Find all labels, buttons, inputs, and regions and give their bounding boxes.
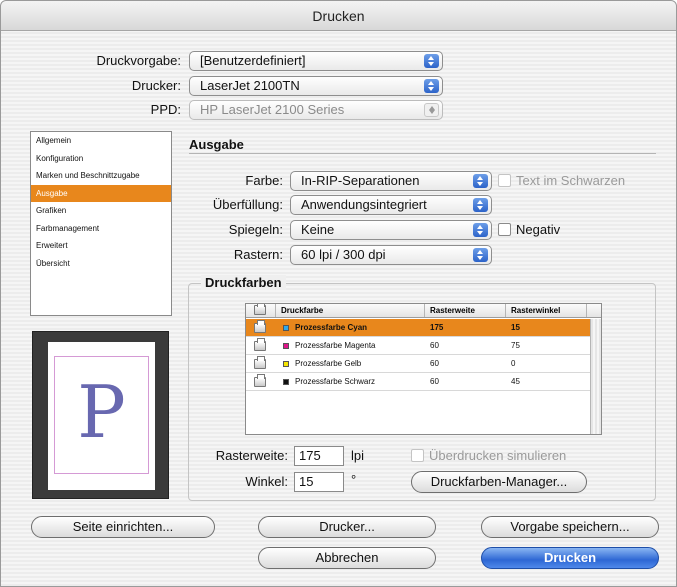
printer-icon[interactable] — [254, 338, 266, 351]
printer-icon — [254, 304, 266, 315]
ink-rasterwinkel: 15 — [511, 323, 520, 332]
sidebar-item-erweitert[interactable]: Erweitert — [31, 237, 171, 255]
category-list: Allgemein Konfiguration Marken und Besch… — [30, 131, 172, 316]
window-title: Drucken — [1, 1, 676, 31]
farbe-value: In-RIP-Separationen — [301, 173, 420, 188]
ink-row[interactable]: Prozessfarbe Gelb 60 0 — [246, 355, 590, 373]
ueberfuellung-value: Anwendungsintegriert — [301, 197, 427, 212]
ppd-label: PPD: — [150, 102, 181, 117]
sidebar-item-allgemein[interactable]: Allgemein — [31, 132, 171, 150]
negativ-label: Negativ — [516, 222, 561, 237]
winkel-field[interactable]: 15 — [294, 472, 344, 492]
sidebar-item-ausgabe[interactable]: Ausgabe — [31, 184, 171, 202]
popup-arrows-icon — [473, 198, 488, 212]
printer-icon[interactable] — [254, 356, 266, 369]
ink-rasterweite: 60 — [430, 359, 439, 368]
ink-rasterwinkel: 45 — [511, 377, 520, 386]
druckfarben-manager-button[interactable]: Druckfarben-Manager... — [411, 471, 587, 493]
rasterweite-field[interactable]: 175 — [294, 446, 344, 466]
winkel-unit: ° — [351, 472, 357, 487]
ink-row[interactable]: Prozessfarbe Magenta 60 75 — [246, 337, 590, 355]
section-divider — [189, 153, 656, 154]
popup-arrows-icon — [473, 223, 488, 237]
ueberfuellung-label: Überfüllung: — [212, 197, 283, 212]
header-rasterwinkel[interactable]: Rasterwinkel — [507, 304, 587, 317]
ausgabe-title: Ausgabe — [189, 137, 244, 152]
ueberdrucken-checkbox — [411, 449, 424, 462]
drucken-button[interactable]: Drucken — [481, 547, 659, 569]
header-icon-column — [246, 304, 276, 317]
popup-arrows-icon — [473, 248, 488, 262]
ppd-value: HP LaserJet 2100 Series — [200, 102, 345, 117]
sidebar-item-grafiken[interactable]: Grafiken — [31, 202, 171, 220]
spiegeln-select[interactable]: Keine — [290, 220, 492, 240]
ueberdrucken-label: Überdrucken simulieren — [429, 448, 567, 463]
rastern-value: 60 lpi / 300 dpi — [301, 247, 386, 262]
black-swatch-icon — [283, 379, 289, 385]
ink-name: Prozessfarbe Cyan — [295, 323, 368, 332]
vorgabe-speichern-button[interactable]: Vorgabe speichern... — [481, 516, 659, 538]
ink-rasterwinkel: 0 — [511, 359, 516, 368]
ink-name: Prozessfarbe Magenta — [295, 341, 376, 350]
rasterweite-label: Rasterweite: — [215, 448, 288, 463]
druckfarben-title: Druckfarben — [201, 275, 286, 290]
header-rasterweite[interactable]: Rasterweite — [426, 304, 506, 317]
inks-scrollbar[interactable] — [590, 319, 601, 434]
ink-name: Prozessfarbe Gelb — [295, 359, 362, 368]
ink-rasterweite: 175 — [430, 323, 444, 332]
ink-row[interactable]: Prozessfarbe Schwarz 60 45 — [246, 373, 590, 391]
popup-arrows-icon — [473, 174, 488, 188]
inks-table: Druckfarbe Rasterweite Rasterwinkel Proz… — [245, 303, 602, 435]
ink-row[interactable]: Prozessfarbe Cyan 175 15 — [246, 319, 590, 337]
ink-rasterweite: 60 — [430, 377, 439, 386]
preview-letter: P — [77, 370, 126, 454]
cyan-swatch-icon — [283, 325, 289, 331]
header-druckfarbe[interactable]: Druckfarbe — [277, 304, 425, 317]
sidebar-item-uebersicht[interactable]: Übersicht — [31, 255, 171, 273]
negativ-checkbox[interactable] — [498, 223, 511, 236]
popup-arrows-icon — [424, 54, 439, 68]
drucker-select[interactable]: LaserJet 2100TN — [189, 76, 443, 96]
ueberfuellung-select[interactable]: Anwendungsintegriert — [290, 195, 492, 215]
farbe-select[interactable]: In-RIP-Separationen — [290, 171, 492, 191]
printer-icon[interactable] — [254, 320, 266, 333]
druckvorgabe-label: Druckvorgabe: — [96, 53, 181, 68]
rastern-label: Rastern: — [233, 247, 283, 262]
winkel-label: Winkel: — [245, 474, 288, 489]
print-dialog: Drucken Druckvorgabe: [Benutzerdefiniert… — [0, 0, 677, 587]
magenta-swatch-icon — [283, 343, 289, 349]
page-preview: P — [32, 331, 169, 499]
rasterweite-unit: lpi — [351, 448, 365, 463]
drucker-button[interactable]: Drucker... — [258, 516, 436, 538]
ppd-select: HP LaserJet 2100 Series — [189, 100, 443, 120]
abbrechen-button[interactable]: Abbrechen — [258, 547, 436, 569]
text-schwarz-checkbox — [498, 174, 511, 187]
rastern-select[interactable]: 60 lpi / 300 dpi — [290, 245, 492, 265]
druckvorgabe-select[interactable]: [Benutzerdefiniert] — [189, 51, 443, 71]
preview-page: P — [48, 342, 155, 490]
sidebar-item-konfiguration[interactable]: Konfiguration — [31, 150, 171, 168]
inks-table-header: Druckfarbe Rasterweite Rasterwinkel — [246, 304, 601, 318]
popup-arrows-icon — [424, 103, 439, 117]
druckvorgabe-value: [Benutzerdefiniert] — [200, 53, 306, 68]
printer-icon[interactable] — [254, 374, 266, 387]
sidebar-item-marken[interactable]: Marken und Beschnittzugabe — [31, 167, 171, 185]
drucker-label: Drucker: — [131, 78, 181, 93]
spiegeln-label: Spiegeln: — [228, 222, 283, 237]
ink-rasterwinkel: 75 — [511, 341, 520, 350]
farbe-label: Farbe: — [245, 173, 283, 188]
popup-arrows-icon — [424, 79, 439, 93]
text-schwarz-label: Text im Schwarzen — [516, 173, 626, 188]
yellow-swatch-icon — [283, 361, 289, 367]
sidebar-item-farbmanagement[interactable]: Farbmanagement — [31, 220, 171, 238]
ink-name: Prozessfarbe Schwarz — [295, 377, 376, 386]
drucker-value: LaserJet 2100TN — [200, 78, 300, 93]
seite-einrichten-button[interactable]: Seite einrichten... — [31, 516, 215, 538]
spiegeln-value: Keine — [301, 222, 335, 237]
ink-rasterweite: 60 — [430, 341, 439, 350]
